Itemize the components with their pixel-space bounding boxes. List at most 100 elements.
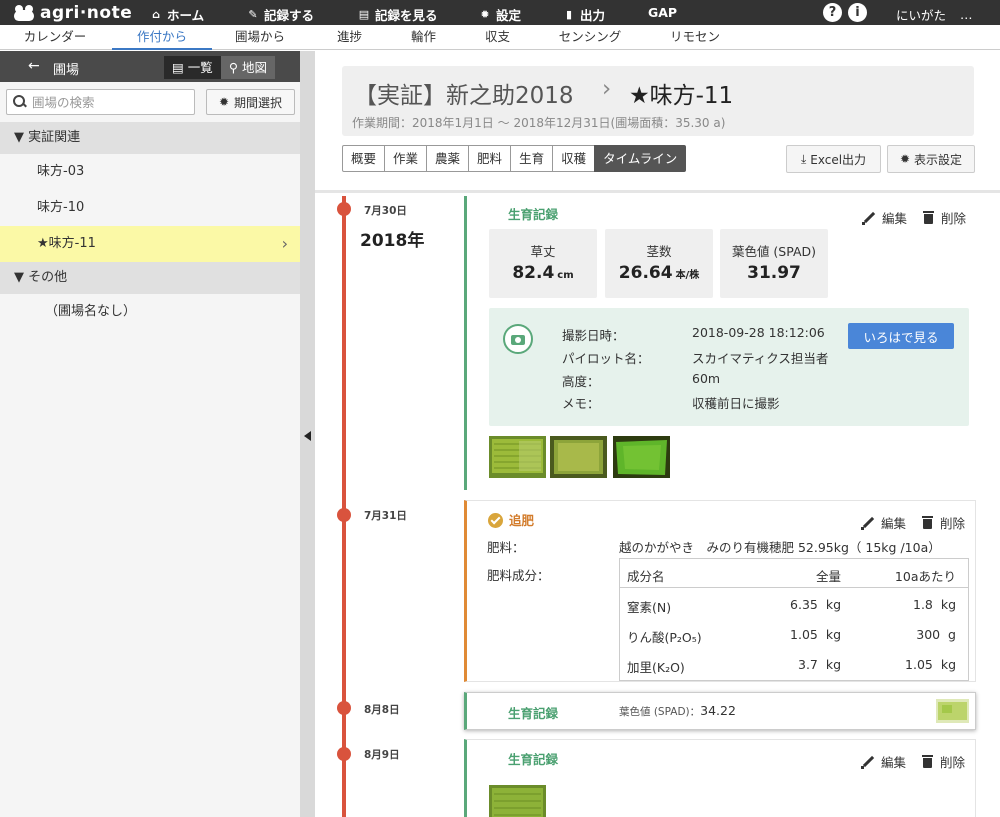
metric-spad: 葉色値 (SPAD) 31.97: [720, 229, 828, 298]
entry-type: 生育記録: [508, 752, 559, 767]
photo-thumbnail[interactable]: [489, 785, 546, 817]
frog-logo-icon: [14, 4, 34, 21]
pencil-icon: [860, 755, 875, 769]
photo-thumbnail[interactable]: [613, 436, 670, 478]
period-select-label: 期間選択: [234, 95, 283, 110]
app-logo[interactable]: agri·note: [0, 3, 150, 23]
timeline-year: 2018年: [360, 231, 425, 251]
map-view-button[interactable]: ⚲ 地図: [220, 56, 275, 79]
subnav-rotation[interactable]: 輪作: [396, 25, 451, 50]
gear-icon: ✹: [899, 152, 911, 166]
crop-tabs: 概要 作業 農薬 肥料 生育 収穫 タイムライン: [342, 145, 687, 172]
photo-key: 撮影日時：: [562, 328, 625, 343]
component-per-10a: 1.05 kg: [905, 657, 956, 672]
metric-value-row: 26.64 本/株: [605, 263, 713, 283]
tab-work[interactable]: 作業: [384, 145, 428, 172]
edit-button[interactable]: 編集: [860, 752, 906, 771]
search-icon: [13, 95, 27, 109]
edit-button[interactable]: 編集: [861, 208, 907, 227]
sidebar-search-row: ✹ 期間選択: [0, 82, 300, 122]
photo-thumbnail[interactable]: [550, 436, 607, 478]
subnav-calendar[interactable]: カレンダー: [10, 25, 100, 50]
tab-growth[interactable]: 生育: [510, 145, 554, 172]
tab-timeline[interactable]: タイムライン: [594, 145, 687, 172]
photo-thumbnail[interactable]: [936, 699, 969, 723]
timeline-dot: [337, 701, 351, 715]
spad-value: 34.22: [700, 703, 736, 718]
nav-output-label: 出力: [580, 8, 606, 23]
entry-actions: 編集 削除: [845, 752, 965, 771]
timeline-dot: [337, 747, 351, 761]
nav-settings[interactable]: ✹ 設定: [479, 5, 521, 24]
metric-value-row: 31.97: [720, 263, 828, 283]
subnav-sensing[interactable]: センシング: [550, 25, 630, 50]
tab-pesticide[interactable]: 農薬: [426, 145, 470, 172]
delete-button[interactable]: 削除: [922, 208, 966, 227]
column-header: 10aあたり: [894, 569, 956, 584]
metric-unit: cm: [557, 270, 574, 281]
excel-export-button[interactable]: ⤓ Excel出力: [786, 145, 881, 173]
back-arrow-icon[interactable]: ←: [28, 58, 40, 74]
period-select-button[interactable]: ✹ 期間選択: [206, 89, 295, 115]
subnav-balance[interactable]: 収支: [470, 25, 525, 50]
sidebar-item-unnamed[interactable]: （圃場名なし）: [0, 294, 300, 330]
metric-value: 26.64: [618, 263, 673, 283]
sidebar-collapse-bar[interactable]: [300, 51, 315, 817]
user-menu[interactable]: にいがた…: [896, 5, 973, 24]
field-title: ★味方-11: [629, 83, 734, 109]
delete-button[interactable]: 削除: [921, 752, 965, 771]
main-content: 【実証】新之助2018 › ★味方-11 作業期間：2018年1月1日 〜 20…: [315, 51, 1000, 817]
view-in-iroha-button[interactable]: いろはで見る: [848, 323, 954, 349]
timeline: 7月30日 2018年 生育記録 編集 削除 草丈 82.4 cm 茎数 26.6…: [315, 196, 1000, 817]
list-view-button[interactable]: ▤ 一覧: [164, 56, 221, 79]
file-icon: ▮: [565, 7, 573, 21]
subnav-by-crop[interactable]: 作付から: [112, 25, 212, 50]
sidebar-item-ajikata-11[interactable]: ★味方-11 ›: [0, 226, 300, 262]
photo-key: パイロット名：: [562, 351, 650, 366]
subnav-by-field[interactable]: 圃場から: [220, 25, 300, 50]
trash-icon: [922, 211, 934, 224]
group-other[interactable]: ▼ その他: [0, 262, 300, 294]
subnav-progress[interactable]: 進捗: [322, 25, 377, 50]
metric-label: 草丈: [530, 244, 556, 259]
help-icon[interactable]: ?: [823, 3, 842, 22]
tab-overview[interactable]: 概要: [342, 145, 386, 172]
component-label: 肥料成分：: [487, 568, 550, 583]
photo-value: スカイマティクス担当者: [692, 351, 829, 366]
entry-actions: 編集 削除: [846, 208, 966, 227]
sidebar-item-ajikata-03[interactable]: 味方-03: [0, 154, 300, 190]
nav-gap[interactable]: GAP: [648, 5, 677, 20]
delete-button[interactable]: 削除: [921, 513, 965, 532]
growth-summary-card[interactable]: 生育記録 葉色値 (SPAD)：34.22: [464, 692, 976, 730]
photo-key: 高度：: [562, 374, 600, 389]
growth-record-card: 生育記録 編集 削除 草丈 82.4 cm 茎数 26.64 本/株 葉色値 (SP…: [464, 196, 976, 490]
field-search-input[interactable]: [32, 94, 192, 110]
photo-key: メモ：: [562, 396, 600, 411]
sidebar-header: ← 圃場 ▤ 一覧 ⚲ 地図: [0, 51, 300, 82]
entry-actions: 編集 削除: [845, 513, 965, 532]
component-per-10a: 1.8 kg: [913, 597, 956, 612]
group-demo[interactable]: ▼ 実証関連: [0, 122, 300, 154]
subnav-remote-sensing[interactable]: リモセン: [655, 25, 735, 50]
photo-thumbnail[interactable]: [489, 436, 546, 478]
logo-text: agri·note: [40, 2, 133, 23]
nav-output[interactable]: ▮ 出力: [563, 5, 605, 24]
chevron-right-icon: ›: [602, 76, 612, 102]
map-pin-icon: ⚲: [228, 60, 242, 75]
column-header: 成分名: [627, 569, 665, 584]
tab-harvest[interactable]: 収穫: [552, 145, 596, 172]
pencil-icon: [860, 516, 875, 530]
table-header: 成分名 全量 10aあたり: [620, 559, 968, 588]
nav-record[interactable]: ✎ 記録する: [247, 5, 314, 24]
sidebar-item-label: ★味方-11: [37, 236, 96, 251]
display-settings-button[interactable]: ✹ 表示設定: [887, 145, 975, 173]
info-icon[interactable]: i: [848, 3, 867, 22]
nav-view[interactable]: ▤ 記録を見る: [358, 5, 438, 24]
sidebar-item-ajikata-10[interactable]: 味方-10: [0, 190, 300, 226]
camera-icon: [503, 324, 533, 354]
edit-button[interactable]: 編集: [860, 513, 906, 532]
chevron-right-icon: ›: [281, 234, 288, 253]
tab-fertilizer[interactable]: 肥料: [468, 145, 512, 172]
table-row: 加里(K₂O) 3.7 kg 1.05 kg: [620, 650, 968, 680]
nav-home[interactable]: ⌂ ホーム: [150, 5, 204, 24]
